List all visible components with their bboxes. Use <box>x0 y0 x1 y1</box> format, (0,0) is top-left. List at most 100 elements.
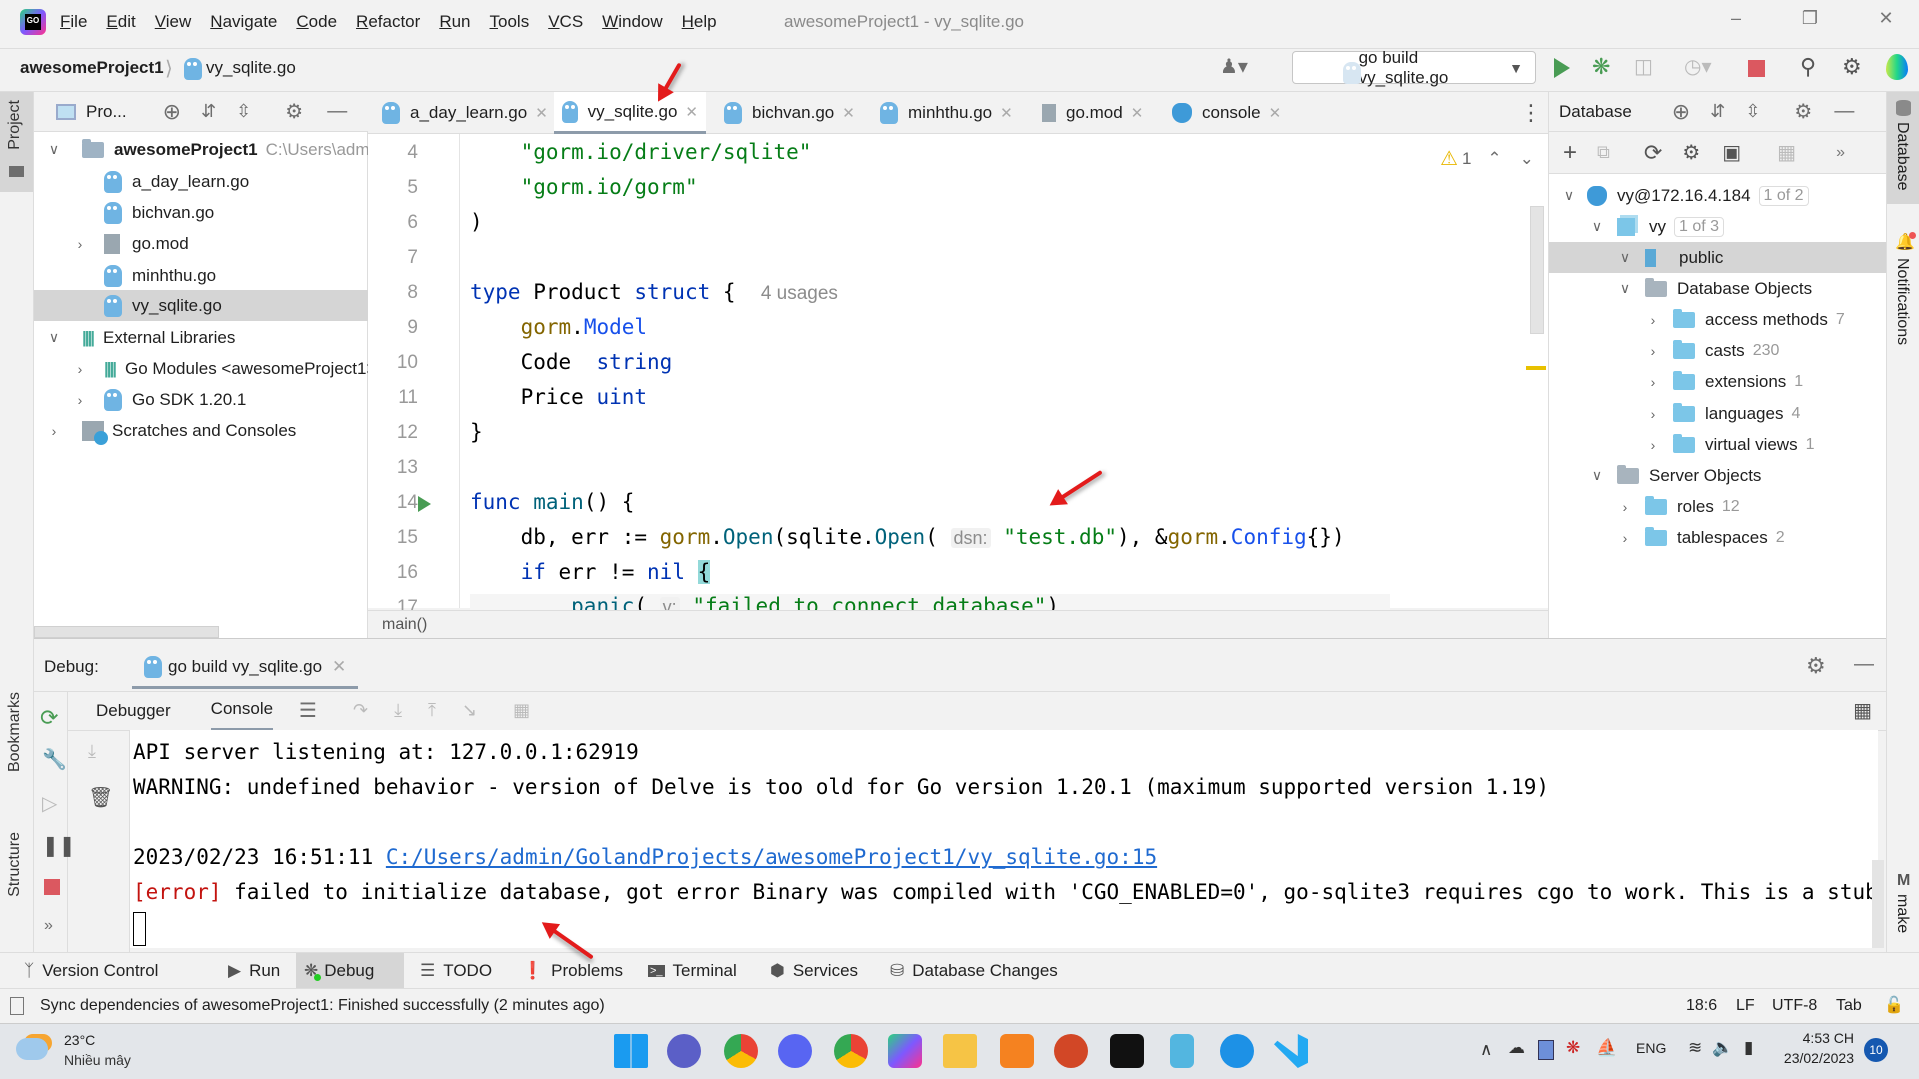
locate-icon[interactable]: ⊕ <box>1672 99 1690 125</box>
breadcrumb-file[interactable]: vy_sqlite.go <box>206 58 296 78</box>
clock-date[interactable]: 23/02/2023 <box>1772 1050 1854 1066</box>
make-tool-tab[interactable]: M make <box>1887 872 1919 952</box>
user-account-icon[interactable]: ♟▾ <box>1220 54 1248 79</box>
tool-problems[interactable]: ❗ Problems <box>514 953 631 989</box>
db-object-item[interactable]: › languages 4 <box>1643 398 1800 429</box>
tree-go-sdk[interactable]: › Go SDK 1.20.1 <box>70 384 246 415</box>
step-into-icon[interactable]: ⤓ <box>394 700 402 721</box>
weather-temperature[interactable]: 23°C <box>64 1032 95 1048</box>
close-tab-icon[interactable]: ✕ <box>1131 104 1144 122</box>
volume-icon[interactable]: 🔈 <box>1712 1038 1733 1058</box>
notepad-app-icon[interactable] <box>1170 1034 1194 1068</box>
profile-icon[interactable]: ◷▾ <box>1684 54 1712 79</box>
input-caret[interactable] <box>133 912 146 946</box>
docker-app-icon[interactable] <box>1220 1034 1254 1068</box>
clock-time[interactable]: 4:53 CH <box>1790 1030 1854 1046</box>
wifi-icon[interactable]: ≋ <box>1688 1038 1702 1058</box>
db-connection[interactable]: ∨ vy@172.16.4.184 1 of 2 <box>1559 180 1809 211</box>
horizontal-scrollbar[interactable] <box>34 626 219 638</box>
db-schema-public[interactable]: ∨ public <box>1549 242 1886 273</box>
indent-setting[interactable]: Tab <box>1836 997 1862 1015</box>
tab-console[interactable]: console ✕ <box>1164 92 1289 134</box>
add-icon[interactable]: + <box>1563 139 1577 167</box>
expand-all-icon[interactable]: ⇵ <box>1710 101 1725 122</box>
db-object-item[interactable]: › virtual views 1 <box>1643 429 1815 460</box>
more-actions-icon[interactable]: » <box>1836 144 1845 162</box>
minimize-button[interactable]: – <box>1716 8 1756 36</box>
tab-minhthu[interactable]: minhthu.go ✕ <box>872 92 1021 134</box>
menu-vcs[interactable]: VCS <box>548 12 583 32</box>
chrome-profile-app-icon[interactable] <box>834 1034 868 1068</box>
close-tab-icon[interactable]: ✕ <box>1269 104 1282 122</box>
tab-console[interactable]: Console <box>210 690 274 731</box>
step-over-icon[interactable]: ↷ <box>353 700 368 721</box>
tab-debugger[interactable]: Debugger <box>96 701 171 721</box>
server-object-item[interactable]: › roles 12 <box>1615 491 1740 522</box>
hide-panel-icon[interactable]: — <box>327 100 347 123</box>
locate-file-icon[interactable]: ⊕ <box>163 99 181 125</box>
project-tool-tab[interactable]: Project <box>0 92 33 192</box>
stop-icon[interactable] <box>44 879 60 895</box>
data-source-properties-icon[interactable]: ⚙ <box>1682 140 1700 165</box>
menu-edit[interactable]: Edit <box>106 12 135 32</box>
close-tab-icon[interactable]: ✕ <box>842 104 855 122</box>
editor-breadcrumb[interactable]: main() <box>368 610 1548 638</box>
console-output[interactable]: API server listening at: 127.0.0.1:62919… <box>130 730 1884 948</box>
vscode-app-icon[interactable] <box>1274 1034 1308 1068</box>
layout-icon[interactable]: ☰ <box>299 698 317 723</box>
more-tabs-icon[interactable]: ⋮ <box>1520 100 1542 126</box>
close-tab-icon[interactable]: ✕ <box>685 103 698 121</box>
unlock-icon[interactable]: 🔓 <box>1884 995 1904 1015</box>
tab-a-day-learn[interactable]: a_day_learn.go ✕ <box>374 92 556 134</box>
restore-button[interactable]: ❐ <box>1790 8 1830 36</box>
tool-todo[interactable]: ☰ TODO <box>412 953 500 989</box>
tray-docker-icon[interactable]: ⛵ <box>1596 1038 1617 1058</box>
weather-cloud-icon[interactable] <box>16 1038 48 1060</box>
caret-position[interactable]: 18:6 <box>1686 997 1717 1015</box>
table-view-icon[interactable]: ▦ <box>1777 140 1796 165</box>
windows-start-icon[interactable] <box>614 1034 648 1068</box>
close-tab-icon[interactable]: ✕ <box>535 104 548 122</box>
usages-hint[interactable]: 4 usages <box>761 283 838 304</box>
goland-app-icon[interactable] <box>888 1034 922 1068</box>
run-configuration-dropdown[interactable]: go build vy_sqlite.go ▼ <box>1292 48 1536 87</box>
menu-code[interactable]: Code <box>296 12 337 32</box>
debug-session-tab[interactable]: go build vy_sqlite.go ✕ <box>132 647 359 689</box>
menu-refactor[interactable]: Refactor <box>356 12 420 32</box>
tool-version-control[interactable]: ᛉ Version Control <box>16 953 166 989</box>
menu-navigate[interactable]: Navigate <box>210 12 277 32</box>
menu-tools[interactable]: Tools <box>490 12 530 32</box>
teams-app-icon[interactable] <box>667 1034 701 1068</box>
db-database[interactable]: ∨ vy 1 of 3 <box>1587 211 1725 242</box>
tool-services[interactable]: ⬢ Services <box>762 953 866 989</box>
resume-icon[interactable]: ▷ <box>42 791 57 816</box>
close-tab-icon[interactable]: ✕ <box>1000 104 1013 122</box>
foxit-pdf-icon[interactable] <box>1000 1034 1034 1068</box>
hide-panel-icon[interactable]: — <box>1834 100 1854 123</box>
status-panel-icon[interactable] <box>10 997 24 1015</box>
settings-gear-icon[interactable]: ⚙ <box>1794 99 1812 124</box>
chrome-app-icon[interactable] <box>724 1034 758 1068</box>
status-message[interactable]: Sync dependencies of awesomeProject1: Fi… <box>40 997 605 1015</box>
server-object-item[interactable]: › tablespaces 2 <box>1615 522 1785 553</box>
tab-vy-sqlite[interactable]: vy_sqlite.go ✕ <box>554 92 706 134</box>
next-highlight-icon[interactable]: ⌄ <box>1520 149 1534 169</box>
file-explorer-icon[interactable] <box>943 1034 977 1068</box>
stop-icon[interactable] <box>1748 60 1765 77</box>
close-window-button[interactable]: ✕ <box>1866 8 1906 36</box>
bookmarks-tool-tab[interactable]: Bookmarks <box>0 692 33 812</box>
inspection-widget[interactable]: ⚠ 1 ⌃ ⌄ <box>1440 146 1534 171</box>
battery-icon[interactable]: ▮ <box>1744 1038 1753 1058</box>
tool-terminal[interactable]: >_ Terminal <box>640 953 745 989</box>
db-objects-group[interactable]: ∨ Database Objects <box>1615 273 1812 304</box>
warning-stripe-marker[interactable] <box>1526 366 1546 370</box>
powerpoint-app-icon[interactable] <box>1054 1034 1088 1068</box>
show-hidden-icons-chevron[interactable]: ∧ <box>1480 1040 1492 1060</box>
file-encoding[interactable]: UTF-8 <box>1772 997 1817 1015</box>
console-scrollbar[interactable] <box>1872 860 1884 948</box>
tray-app-icon[interactable] <box>1538 1040 1554 1060</box>
settings-gear-icon[interactable]: ⚙ <box>1806 653 1826 679</box>
source-link[interactable]: C:/Users/admin/GolandProjects/awesomePro… <box>386 845 1157 869</box>
input-language[interactable]: ENG <box>1636 1040 1666 1056</box>
menu-window[interactable]: Window <box>602 12 662 32</box>
